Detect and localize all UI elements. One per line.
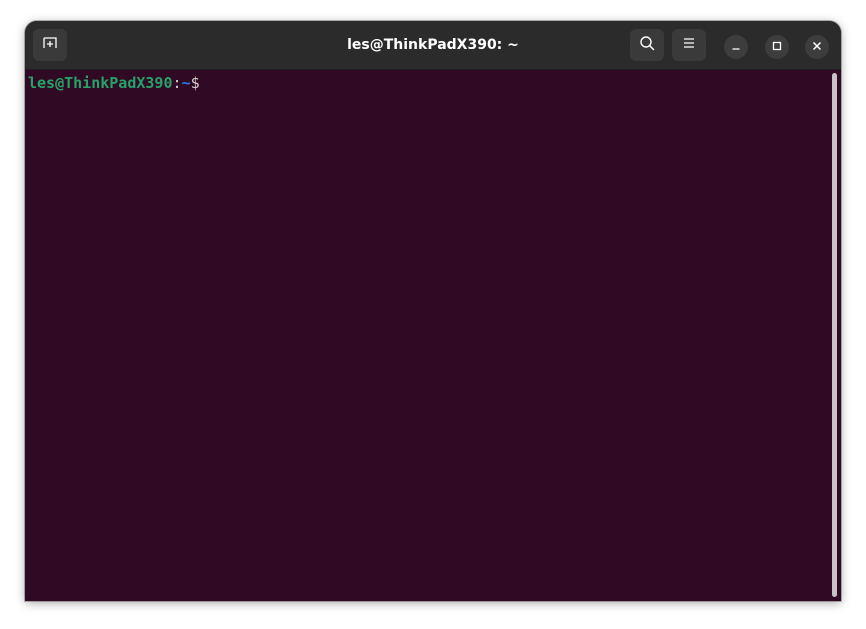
- prompt-line: les@ThinkPadX390:~$: [28, 73, 200, 93]
- terminal-area[interactable]: les@ThinkPadX390:~$: [25, 70, 841, 601]
- close-button[interactable]: [805, 35, 829, 59]
- maximize-button[interactable]: [765, 35, 789, 59]
- new-tab-button[interactable]: [33, 29, 67, 61]
- title-bar[interactable]: les@ThinkPadX390: ~: [25, 21, 841, 70]
- search-icon: [639, 35, 655, 56]
- window-title: les@ThinkPadX390: ~: [347, 37, 519, 53]
- prompt-user-host: les@ThinkPadX390: [28, 74, 173, 92]
- prompt-symbol: $: [190, 74, 200, 92]
- new-tab-icon: [42, 35, 58, 56]
- prompt-path: ~: [181, 74, 191, 92]
- prompt-colon: :: [172, 74, 182, 92]
- main-menu-button[interactable]: [672, 29, 706, 61]
- scrollbar[interactable]: [832, 73, 837, 597]
- search-button[interactable]: [630, 29, 664, 61]
- minimize-button[interactable]: [724, 35, 748, 59]
- minimize-icon: [731, 38, 741, 56]
- close-icon: [812, 38, 822, 56]
- terminal-window: les@ThinkPadX390: ~ les@ThinkPadX390:~$: [25, 21, 841, 601]
- maximize-icon: [772, 38, 782, 56]
- hamburger-menu-icon: [682, 36, 696, 55]
